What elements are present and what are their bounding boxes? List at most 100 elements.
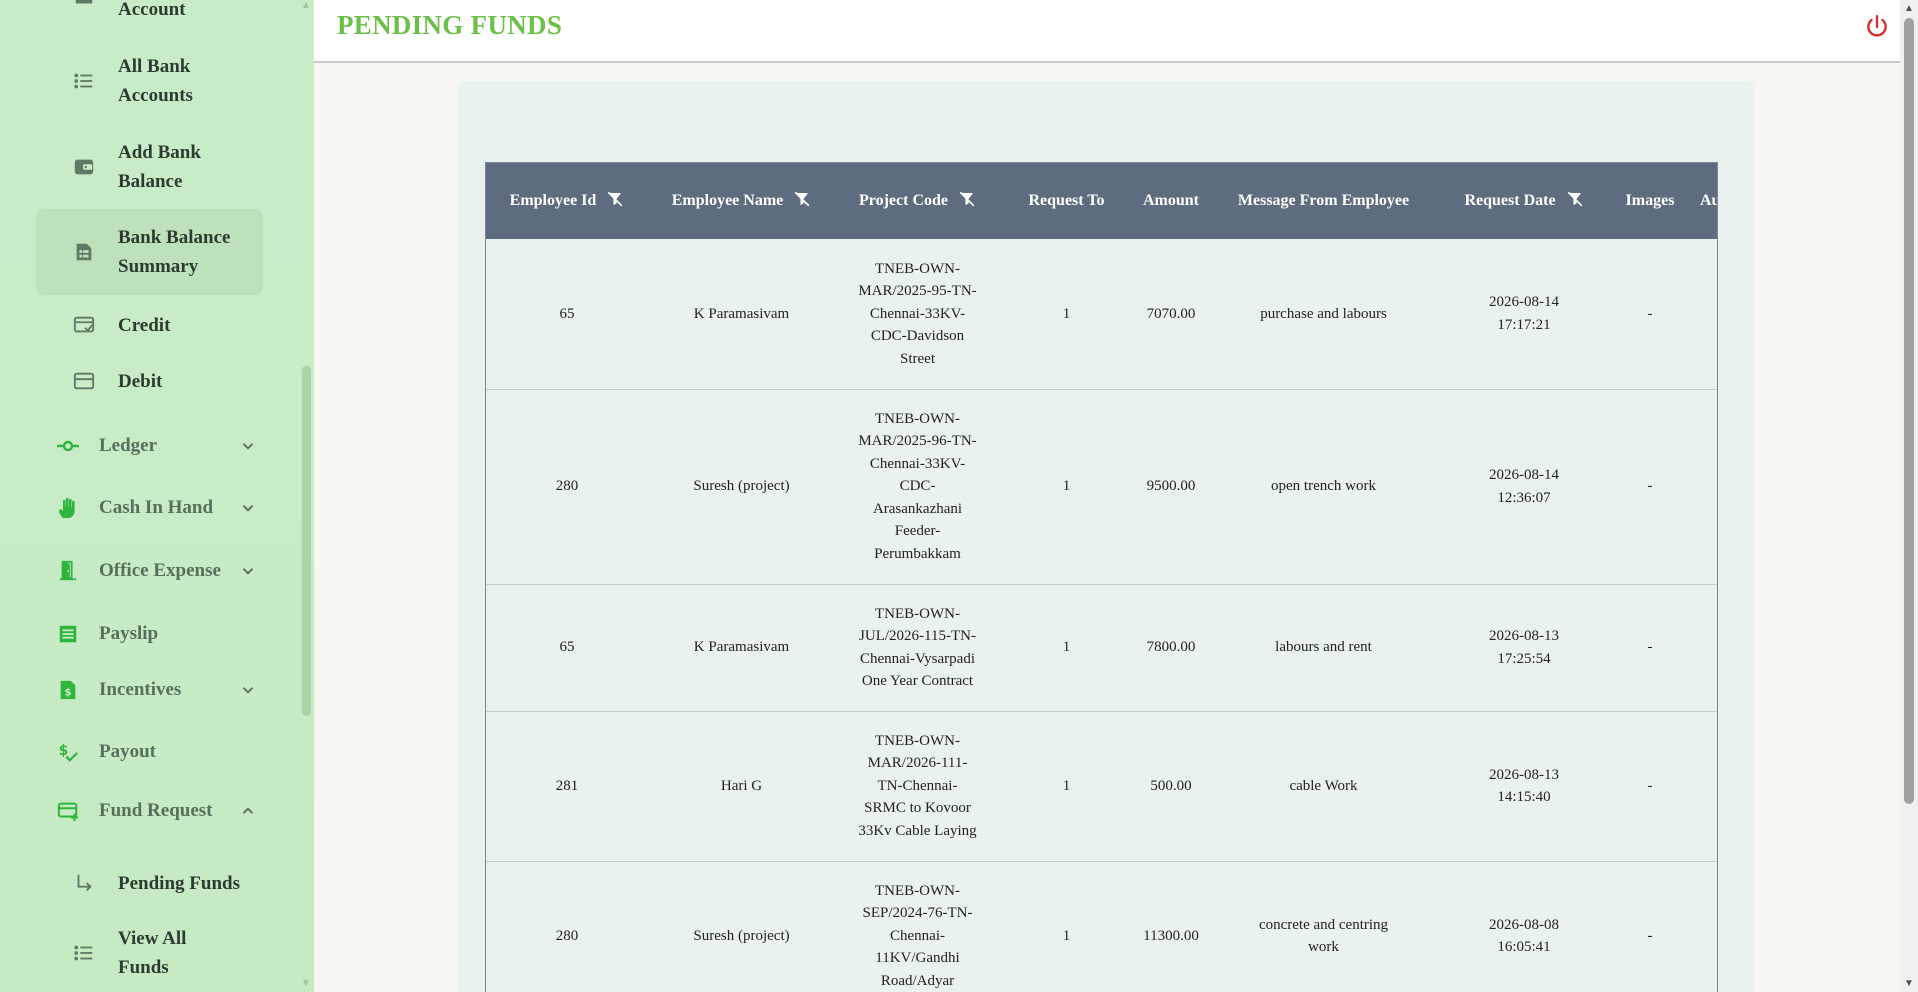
filter-off-icon[interactable] bbox=[1566, 190, 1584, 213]
top-header: PENDING FUNDS bbox=[314, 0, 1900, 63]
chevron-up-icon[interactable] bbox=[238, 801, 258, 821]
sidebar-item-label: Add Bank Balance bbox=[118, 142, 201, 192]
column-label: Amount bbox=[1142, 192, 1199, 209]
dollar-doc-icon: $ bbox=[56, 678, 80, 702]
column-header-employee-id[interactable]: Employee Id bbox=[486, 163, 648, 239]
column-header-request-to: Request To bbox=[1000, 163, 1133, 239]
cell-request-date: 2026-08-13 17:25:54 bbox=[1438, 584, 1610, 712]
sidebar-item-payout[interactable]: $ Payout bbox=[56, 736, 264, 768]
sidebar-item-label: Debit bbox=[118, 370, 163, 392]
cell-audio: - bbox=[1690, 239, 1717, 390]
cell-project-code: TNEB-OWN-MAR/2025-95-TN-Chennai-33KV-CDC… bbox=[835, 239, 1000, 390]
cell-employee-id: 65 bbox=[486, 239, 648, 390]
chevron-down-icon[interactable] bbox=[238, 680, 258, 700]
window-scrollbar[interactable]: ▲ ▼ bbox=[1900, 0, 1918, 992]
sidebar-item-label: Account bbox=[118, 0, 186, 20]
sidebar-scroll-up[interactable]: ▲ bbox=[300, 0, 312, 11]
cell-amount: 9500.00 bbox=[1133, 389, 1209, 585]
cell-request-to: 1 bbox=[1000, 861, 1133, 992]
cell-amount: 11300.00 bbox=[1133, 861, 1209, 992]
sidebar-item-fund-request[interactable]: Fund Request bbox=[56, 795, 264, 827]
sidebar-item-label: Incentives bbox=[99, 679, 182, 700]
hand-icon bbox=[56, 496, 80, 520]
list-icon bbox=[72, 941, 96, 965]
cell-request-to: 1 bbox=[1000, 239, 1133, 390]
cell-message: purchase and labours bbox=[1209, 239, 1438, 390]
table-header-row: Employee Id Employee Name Project Code R… bbox=[486, 163, 1717, 239]
cell-employee-id: 280 bbox=[486, 861, 648, 992]
column-header-message: Message From Employee bbox=[1209, 163, 1438, 239]
sidebar-item-label: Ledger bbox=[99, 435, 158, 456]
sidebar-item-label: Office Expense bbox=[99, 560, 221, 581]
sidebar-item-cash-in-hand[interactable]: Cash In Hand bbox=[56, 492, 264, 524]
cell-amount: 7800.00 bbox=[1133, 584, 1209, 712]
column-label: Request To bbox=[1028, 192, 1105, 209]
sidebar-item-add-bank-balance[interactable]: Add Bank Balance bbox=[36, 138, 263, 196]
cell-message: cable Work bbox=[1209, 711, 1438, 862]
cell-images: - bbox=[1610, 861, 1690, 992]
sidebar-item-label: Payout bbox=[99, 741, 156, 762]
table-row[interactable]: 65 K Paramasivam TNEB-OWN-JUL/2026-115-T… bbox=[486, 584, 1717, 712]
sidebar-item-account[interactable]: Account bbox=[36, 0, 263, 24]
chevron-down-icon[interactable] bbox=[238, 436, 258, 456]
cell-employee-name: Hari G bbox=[648, 711, 835, 862]
sidebar-item-bank-balance-summary[interactable]: Bank Balance Summary bbox=[36, 209, 263, 295]
column-header-images: Images bbox=[1610, 163, 1690, 239]
chevron-down-icon[interactable] bbox=[238, 561, 258, 581]
commit-icon bbox=[56, 434, 80, 458]
cell-project-code: TNEB-OWN-SEP/2024-76-TN-Chennai-11KV/Gan… bbox=[835, 861, 1000, 992]
cell-images: - bbox=[1610, 239, 1690, 390]
column-header-audio: Audio bbox=[1690, 163, 1717, 239]
sidebar-item-ledger[interactable]: Ledger bbox=[56, 430, 264, 462]
column-header-project-code[interactable]: Project Code bbox=[835, 163, 1000, 239]
column-label: Employee Name bbox=[671, 192, 784, 209]
table-row[interactable]: 280 Suresh (project) TNEB-OWN-SEP/2024-7… bbox=[486, 861, 1717, 992]
column-label: Audio bbox=[1700, 192, 1717, 209]
summary-icon bbox=[72, 240, 96, 264]
filter-off-icon[interactable] bbox=[958, 190, 976, 213]
receipt-icon bbox=[56, 622, 80, 646]
column-header-request-date[interactable]: Request Date bbox=[1438, 163, 1610, 239]
scroll-up-arrow[interactable]: ▲ bbox=[1904, 3, 1914, 14]
column-header-employee-name[interactable]: Employee Name bbox=[648, 163, 835, 239]
card-add-icon bbox=[56, 799, 80, 823]
cell-employee-id: 281 bbox=[486, 711, 648, 862]
filter-off-icon[interactable] bbox=[793, 190, 811, 213]
scrollbar-thumb[interactable] bbox=[1904, 18, 1914, 804]
column-label: Request Date bbox=[1464, 192, 1556, 209]
sidebar-scroll-down[interactable]: ▼ bbox=[300, 978, 312, 989]
cell-images: - bbox=[1610, 389, 1690, 585]
filter-off-icon[interactable] bbox=[606, 190, 624, 213]
cell-request-to: 1 bbox=[1000, 711, 1133, 862]
bank-account-icon bbox=[72, 0, 96, 21]
sidebar-item-label: Fund Request bbox=[99, 800, 213, 821]
sidebar-item-office-expense[interactable]: Office Expense bbox=[56, 555, 264, 587]
cell-images: - bbox=[1610, 584, 1690, 712]
sidebar-item-payslip[interactable]: Payslip bbox=[56, 618, 264, 650]
table-row[interactable]: 281 Hari G TNEB-OWN-MAR/2026-111-TN-Chen… bbox=[486, 711, 1717, 862]
sidebar-scrollbar[interactable] bbox=[302, 366, 311, 716]
sidebar-item-incentives[interactable]: $ Incentives bbox=[56, 674, 264, 706]
chevron-down-icon[interactable] bbox=[238, 498, 258, 518]
column-label: Images bbox=[1625, 192, 1675, 209]
sidebar-item-credit[interactable]: Credit bbox=[36, 310, 263, 340]
power-icon[interactable] bbox=[1864, 14, 1890, 40]
sidebar-item-label: Payslip bbox=[99, 623, 159, 644]
credit-check-icon bbox=[72, 313, 96, 337]
page-title: PENDING FUNDS bbox=[337, 10, 563, 40]
sidebar-item-pending-funds[interactable]: Pending Funds bbox=[36, 868, 263, 898]
svg-text:$: $ bbox=[64, 688, 71, 699]
cell-project-code: TNEB-OWN-MAR/2025-96-TN-Chennai-33KV-CDC… bbox=[835, 389, 1000, 585]
column-label: Project Code bbox=[859, 192, 948, 209]
cell-audio: - bbox=[1690, 711, 1717, 862]
cell-employee-name: Suresh (project) bbox=[648, 861, 835, 992]
sidebar-item-debit[interactable]: Debit bbox=[36, 366, 263, 396]
table-row[interactable]: 280 Suresh (project) TNEB-OWN-MAR/2025-9… bbox=[486, 389, 1717, 585]
cell-request-date: 2026-08-14 12:36:07 bbox=[1438, 389, 1610, 585]
scroll-down-arrow[interactable]: ▼ bbox=[1904, 978, 1914, 989]
table-row[interactable]: 65 K Paramasivam TNEB-OWN-MAR/2025-95-TN… bbox=[486, 239, 1717, 390]
sidebar-item-view-all-funds[interactable]: View All Funds bbox=[36, 924, 263, 982]
cell-audio: - bbox=[1690, 389, 1717, 585]
sidebar-item-all-bank-accounts[interactable]: All Bank Accounts bbox=[36, 52, 263, 110]
subdirectory-arrow-icon bbox=[72, 871, 96, 895]
